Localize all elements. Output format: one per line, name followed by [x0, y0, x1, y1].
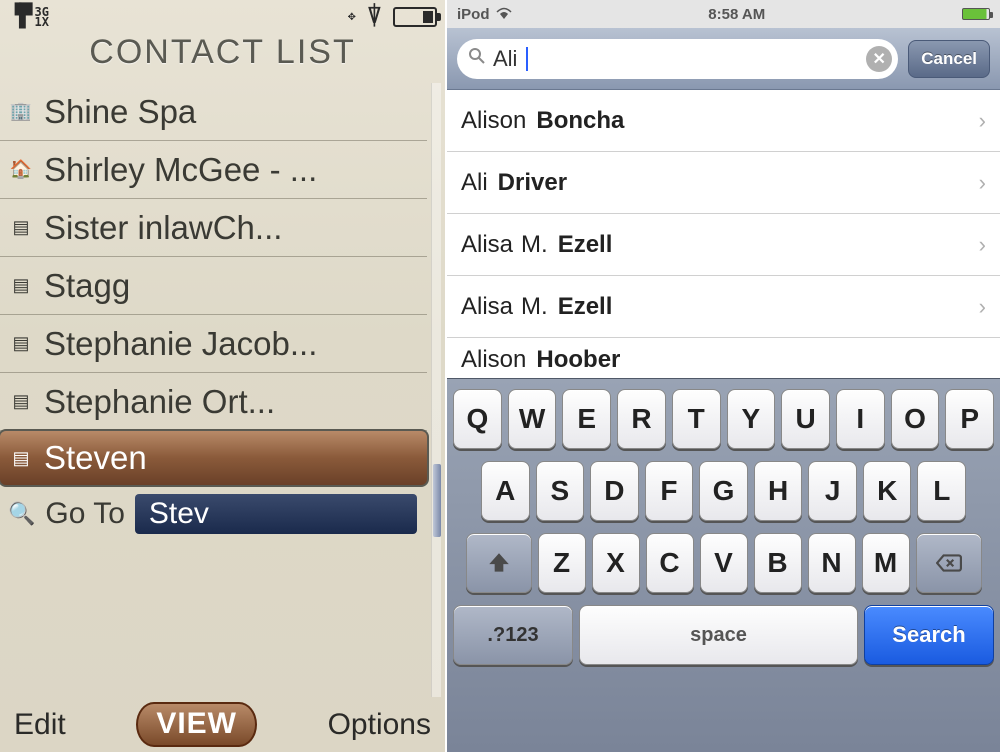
- chevron-right-icon: ›: [979, 108, 986, 134]
- space-key[interactable]: space: [579, 605, 858, 665]
- key-x[interactable]: X: [592, 533, 640, 593]
- search-icon: [469, 48, 485, 69]
- delete-key[interactable]: [916, 533, 982, 593]
- contact-item[interactable]: 🏠 Shirley McGee - ...: [0, 141, 427, 199]
- chevron-right-icon: ›: [979, 232, 986, 258]
- goto-row: 🔍 Go To Stev: [0, 485, 427, 543]
- softkey-right[interactable]: Options: [328, 708, 431, 742]
- key-r[interactable]: R: [617, 389, 666, 449]
- contact-item[interactable]: ▤ Stagg: [0, 257, 427, 315]
- contact-row[interactable]: Alisa M. Ezell ›: [447, 214, 1000, 276]
- search-icon: 🔍: [8, 501, 35, 527]
- softkey-center[interactable]: VIEW: [136, 702, 257, 747]
- cancel-button[interactable]: Cancel: [908, 40, 990, 78]
- key-w[interactable]: W: [508, 389, 557, 449]
- key-e[interactable]: E: [562, 389, 611, 449]
- contact-name: Steven: [44, 439, 147, 477]
- battery-icon: [962, 8, 990, 20]
- key-h[interactable]: H: [754, 461, 803, 521]
- battery-icon: [393, 7, 437, 27]
- goto-input[interactable]: Stev: [135, 494, 417, 534]
- key-n[interactable]: N: [808, 533, 856, 593]
- key-s[interactable]: S: [536, 461, 585, 521]
- sim-icon: ▤: [8, 215, 34, 241]
- chevron-right-icon: ›: [979, 294, 986, 320]
- key-b[interactable]: B: [754, 533, 802, 593]
- contact-item[interactable]: ▤ Stephanie Jacob...: [0, 315, 427, 373]
- search-query: Ali: [493, 46, 517, 72]
- contact-name: Stagg: [44, 267, 130, 305]
- text-cursor: [526, 47, 528, 71]
- ipod-screen: iPod 8:58 AM Ali ✕ Cancel Alison Boncha …: [445, 0, 1000, 752]
- shift-key[interactable]: [466, 533, 532, 593]
- sim-icon: ▤: [8, 331, 34, 357]
- feature-phone-statusbar: ▝▛ 3G 1X ✥ ⍒: [0, 0, 445, 33]
- search-key[interactable]: Search: [864, 605, 994, 665]
- contact-item[interactable]: ▤ Sister inlawCh...: [0, 199, 427, 257]
- contact-row[interactable]: Ali Driver ›: [447, 152, 1000, 214]
- sim-icon: ▤: [8, 445, 34, 471]
- softkey-left[interactable]: Edit: [14, 708, 66, 742]
- goto-label: Go To: [45, 497, 125, 531]
- key-f[interactable]: F: [645, 461, 694, 521]
- contact-item[interactable]: 🏢 Shine Spa: [0, 83, 427, 141]
- bluetooth-icon: ⍒: [368, 4, 381, 29]
- carrier-label: iPod: [457, 6, 490, 23]
- contact-name: Shirley McGee - ...: [44, 151, 317, 189]
- ios-statusbar: iPod 8:58 AM: [447, 0, 1000, 28]
- key-l[interactable]: L: [917, 461, 966, 521]
- key-u[interactable]: U: [781, 389, 830, 449]
- page-title: CONTACT LIST: [0, 33, 445, 83]
- contact-row[interactable]: Alisa M. Ezell ›: [447, 276, 1000, 338]
- home-icon: 🏠: [8, 157, 34, 183]
- mode-key[interactable]: .?123: [453, 605, 573, 665]
- chevron-right-icon: ›: [979, 170, 986, 196]
- key-g[interactable]: G: [699, 461, 748, 521]
- key-y[interactable]: Y: [727, 389, 776, 449]
- scrollbar[interactable]: [431, 83, 441, 697]
- wifi-icon: [496, 6, 512, 23]
- key-q[interactable]: Q: [453, 389, 502, 449]
- key-p[interactable]: P: [945, 389, 994, 449]
- softkey-bar: Edit VIEW Options: [0, 697, 445, 752]
- feature-phone-screen: ▝▛ 3G 1X ✥ ⍒ CONTACT LIST 🏢 Shine Spa 🏠 …: [0, 0, 445, 752]
- key-a[interactable]: A: [481, 461, 530, 521]
- key-i[interactable]: I: [836, 389, 885, 449]
- key-v[interactable]: V: [700, 533, 748, 593]
- contact-row[interactable]: Alison Boncha ›: [447, 90, 1000, 152]
- contact-name: Shine Spa: [44, 93, 196, 131]
- clock: 8:58 AM: [708, 6, 765, 23]
- key-t[interactable]: T: [672, 389, 721, 449]
- search-results: Alison Boncha › Ali Driver › Alisa M. Ez…: [447, 90, 1000, 378]
- gps-icon: ✥: [348, 9, 356, 24]
- key-d[interactable]: D: [590, 461, 639, 521]
- key-k[interactable]: K: [863, 461, 912, 521]
- signal-icon: ▝▛: [8, 4, 31, 29]
- key-j[interactable]: J: [808, 461, 857, 521]
- key-o[interactable]: O: [891, 389, 940, 449]
- key-z[interactable]: Z: [538, 533, 586, 593]
- contact-item[interactable]: ▤ Stephanie Ort...: [0, 373, 427, 431]
- sim-icon: ▤: [8, 273, 34, 299]
- network-indicator: 3G 1X: [35, 7, 49, 27]
- onscreen-keyboard: QWERTYUIOP ASDFGHJKL ZXCVBNM .?123 space…: [447, 378, 1000, 752]
- key-m[interactable]: M: [862, 533, 910, 593]
- search-bar: Ali ✕ Cancel: [447, 28, 1000, 90]
- sim-icon: ▤: [8, 389, 34, 415]
- clear-search-icon[interactable]: ✕: [866, 46, 892, 72]
- contact-list: 🏢 Shine Spa 🏠 Shirley McGee - ... ▤ Sist…: [0, 83, 445, 697]
- contact-name: Stephanie Ort...: [44, 383, 275, 421]
- key-c[interactable]: C: [646, 533, 694, 593]
- building-icon: 🏢: [8, 99, 34, 125]
- contact-name: Sister inlawCh...: [44, 209, 282, 247]
- contact-item-selected[interactable]: ▤ Steven: [0, 429, 429, 487]
- contact-name: Stephanie Jacob...: [44, 325, 317, 363]
- search-input[interactable]: Ali ✕: [457, 39, 898, 79]
- contact-row[interactable]: Alison Hoober: [447, 338, 1000, 378]
